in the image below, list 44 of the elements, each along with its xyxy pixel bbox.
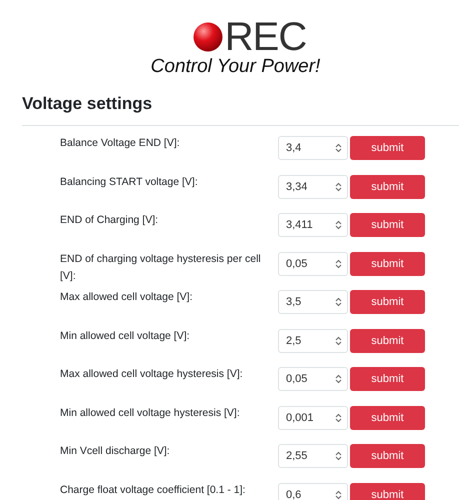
- submit-button[interactable]: submit: [350, 444, 425, 468]
- spinner-icon[interactable]: [335, 374, 342, 384]
- section-heading: Voltage settings: [22, 93, 154, 115]
- setting-label: Min allowed cell voltage hysteresis [V]:: [60, 406, 241, 420]
- submit-button[interactable]: submit: [350, 290, 425, 314]
- ball-logo-icon: [192, 22, 223, 52]
- tagline: Control Your Power!: [150, 56, 320, 78]
- number-field[interactable]: 3,4: [278, 136, 348, 160]
- spinner-icon[interactable]: [335, 258, 342, 268]
- submit-button[interactable]: submit: [350, 406, 425, 430]
- spinner-icon[interactable]: [335, 182, 342, 192]
- submit-button[interactable]: submit: [350, 174, 425, 198]
- submit-button[interactable]: submit: [350, 213, 425, 237]
- number-field[interactable]: 3,34: [278, 174, 348, 198]
- submit-button[interactable]: submit: [350, 252, 425, 276]
- submit-button[interactable]: submit: [350, 136, 425, 160]
- spinner-icon[interactable]: [335, 336, 342, 346]
- setting-label: END of charging voltage hysteresis per cell [V]:: [60, 252, 262, 284]
- setting-label: Balance Voltage END [V]:: [60, 136, 181, 151]
- submit-button[interactable]: submit: [350, 367, 425, 391]
- submit-button[interactable]: submit: [350, 482, 425, 500]
- setting-label: END of Charging [V]:: [60, 213, 160, 228]
- submit-button[interactable]: submit: [350, 328, 425, 352]
- spinner-icon[interactable]: [335, 490, 342, 500]
- number-field[interactable]: 3,5: [278, 290, 348, 314]
- spinner-icon[interactable]: [335, 297, 342, 307]
- logo-text: REC: [224, 18, 306, 56]
- number-field[interactable]: 0,05: [278, 252, 348, 276]
- spinner-icon[interactable]: [335, 451, 342, 461]
- number-field[interactable]: 2,55: [278, 444, 348, 468]
- setting-label: Min Vcell discharge [V]:: [60, 444, 171, 459]
- setting-label: Charge float voltage coefficient [0.1 - 1]:: [60, 482, 246, 498]
- spinner-icon[interactable]: [335, 143, 342, 153]
- setting-label: Min allowed cell voltage [V]:: [60, 328, 191, 344]
- number-field[interactable]: 0,6: [278, 482, 348, 500]
- number-field[interactable]: 0,001: [278, 406, 348, 430]
- spinner-icon[interactable]: [335, 412, 342, 422]
- setting-label: Max allowed cell voltage [V]:: [60, 290, 194, 305]
- setting-label: Max allowed cell voltage hysteresis [V]:: [60, 367, 244, 382]
- number-field[interactable]: 2,5: [278, 328, 348, 352]
- setting-label: Balancing START voltage [V]:: [60, 174, 199, 190]
- number-field[interactable]: 0,05: [278, 367, 348, 391]
- spinner-icon[interactable]: [335, 220, 342, 230]
- number-field[interactable]: 3,411: [278, 213, 348, 237]
